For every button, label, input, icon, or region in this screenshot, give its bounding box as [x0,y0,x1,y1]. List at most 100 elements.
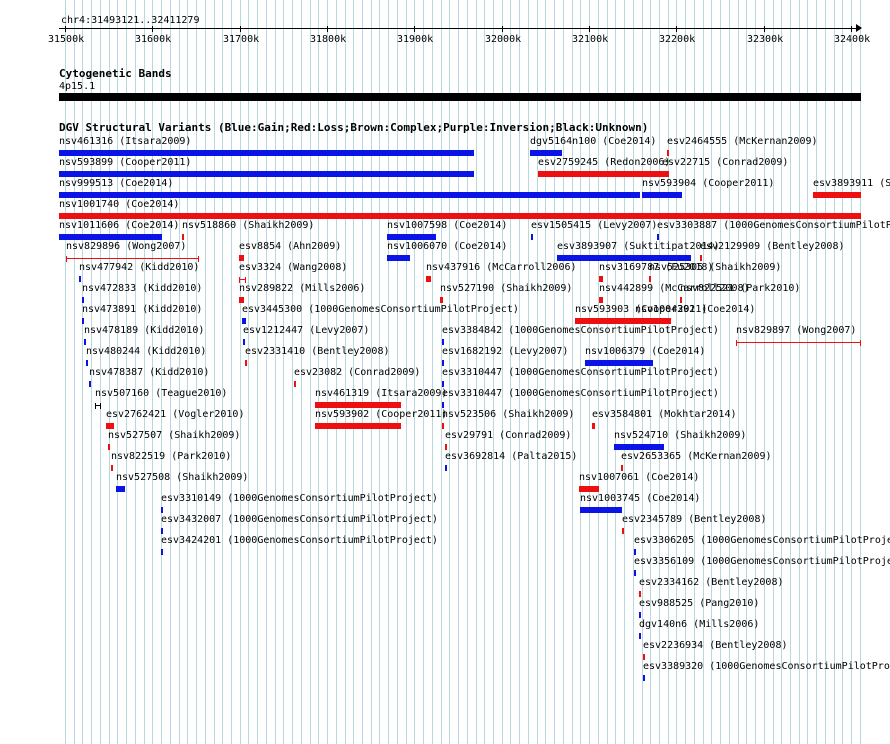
feature-glyph[interactable] [643,675,645,681]
ruler-tick [764,26,765,32]
feature-glyph[interactable] [621,465,623,471]
feature-glyph[interactable] [82,297,84,303]
feature-glyph[interactable] [84,339,86,345]
feature-label: nsv1003745 (Coe2014) [580,493,701,504]
feature-glyph[interactable] [736,340,861,346]
ruler-tick-label: 32300k [747,34,784,45]
feature-glyph[interactable] [538,171,669,177]
feature-label: esv2334162 (Bentley2008) [639,577,784,588]
feature-label: dgv140n6 (Mills2006) [639,619,760,630]
feature-glyph[interactable] [442,360,444,366]
feature-glyph[interactable] [111,465,113,471]
feature-glyph[interactable] [585,360,653,366]
feature-glyph[interactable] [700,255,702,261]
feature-label: nsv593899 (Cooper2011) [59,157,192,168]
feature-label: esv1212447 (Levy2007) [243,325,370,336]
feature-glyph[interactable] [59,192,640,198]
feature-glyph[interactable] [59,234,162,240]
feature-glyph[interactable] [239,297,244,303]
feature-glyph[interactable] [442,339,444,345]
feature-glyph[interactable] [95,403,101,409]
feature-glyph[interactable] [599,276,603,282]
ruler-tick-label: 32100k [572,34,609,45]
feature-glyph[interactable] [445,465,447,471]
feature-glyph[interactable] [634,549,636,555]
ruler-tick [589,26,590,32]
feature-label: nsv1006379 (Coe2014) [585,346,706,357]
feature-glyph[interactable] [161,507,163,513]
feature-glyph[interactable] [426,276,431,282]
feature-glyph[interactable] [579,486,599,492]
feature-glyph[interactable] [59,171,474,177]
feature-glyph[interactable] [245,360,247,366]
feature-label: nsv507160 (Teague2010) [95,388,228,399]
feature-line [67,258,198,259]
feature-glyph[interactable] [59,213,861,219]
feature-glyph[interactable] [580,507,622,513]
feature-label: nsv437916 (McCarroll2006) [426,262,577,273]
feature-glyph[interactable] [315,402,401,408]
feature-glyph[interactable] [315,423,401,429]
feature-glyph[interactable] [294,381,296,387]
feature-glyph[interactable] [243,339,245,345]
feature-label: nsv473891 (Kidd2010) [82,304,203,315]
grid-line [74,0,75,744]
feature-glyph[interactable] [161,528,163,534]
feature-glyph[interactable] [667,150,669,156]
feature-glyph[interactable] [108,444,110,450]
feature-glyph[interactable] [387,234,436,240]
feature-label: nsv1006070 (Coe2014) [387,241,508,252]
feature-glyph[interactable] [106,423,114,429]
feature-glyph[interactable] [89,381,91,387]
grid-line [781,0,782,744]
feature-glyph[interactable] [614,444,664,450]
feature-glyph[interactable] [680,297,682,303]
feature-label: nsv523506 (Shaikh2009) [442,409,575,420]
grid-line [248,0,249,744]
feature-glyph[interactable] [635,318,671,324]
feature-glyph[interactable] [662,171,665,177]
feature-glyph[interactable] [82,318,84,324]
feature-glyph[interactable] [442,402,444,408]
feature-glyph[interactable] [182,234,184,240]
feature-label: dgv5164n100 (Coe2014) [530,136,657,147]
feature-glyph[interactable] [442,423,444,429]
feature-glyph[interactable] [387,255,410,261]
feature-glyph[interactable] [634,570,636,576]
feature-glyph[interactable] [440,297,443,303]
feature-glyph[interactable] [599,297,603,303]
feature-glyph[interactable] [86,360,88,366]
cytoband-bar[interactable] [59,93,861,101]
feature-glyph[interactable] [643,654,645,660]
cytoband-label: 4p15.1 [59,81,96,92]
feature-glyph[interactable] [657,234,659,240]
feature-glyph[interactable] [592,423,595,429]
grid-line [825,0,826,744]
ruler-tick [240,26,241,32]
feature-glyph[interactable] [642,192,682,198]
feature-glyph[interactable] [442,381,444,387]
feature-glyph[interactable] [639,591,641,597]
feature-glyph[interactable] [531,234,533,240]
feature-glyph[interactable] [557,255,691,261]
ruler-arrow-icon [856,24,862,32]
feature-glyph[interactable] [116,486,125,492]
feature-label: nsv527507 (Shaikh2009) [108,430,241,441]
feature-glyph[interactable] [639,633,641,639]
feature-glyph[interactable] [445,444,447,450]
feature-glyph[interactable] [242,318,246,324]
feature-glyph[interactable] [239,255,244,261]
feature-glyph[interactable] [639,612,641,618]
grid-line [257,0,258,744]
feature-label: esv29791 (Conrad2009) [445,430,572,441]
feature-glyph[interactable] [649,276,651,282]
feature-glyph[interactable] [813,192,861,198]
feature-label: esv1505415 (Levy2007) [531,220,658,231]
feature-glyph[interactable] [622,528,624,534]
grid-line [851,0,852,744]
ruler-tick-label: 31600k [135,34,172,45]
feature-glyph[interactable] [161,549,163,555]
feature-glyph[interactable] [79,276,81,282]
feature-glyph[interactable] [530,150,562,156]
feature-glyph[interactable] [59,150,474,156]
